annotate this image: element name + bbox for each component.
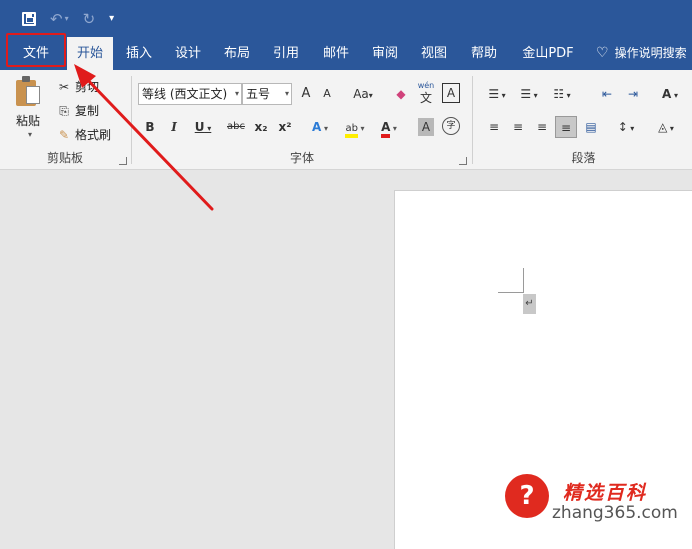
annotation-arrow bbox=[74, 64, 214, 211]
